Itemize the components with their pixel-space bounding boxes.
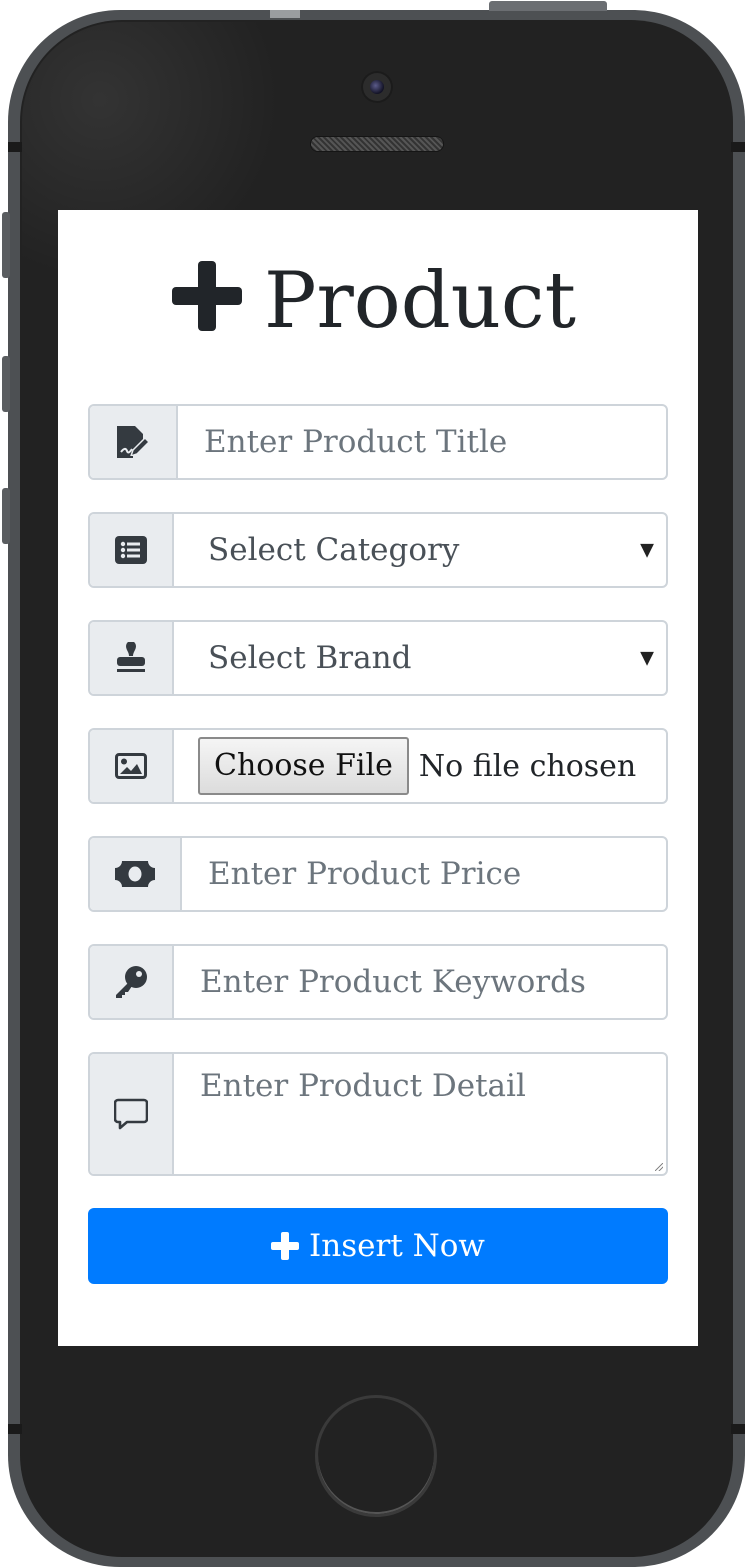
front-camera: [361, 71, 393, 103]
choose-file-button[interactable]: Choose File: [198, 737, 409, 795]
product-title-addon: [90, 406, 178, 478]
detail-addon: [90, 1054, 174, 1174]
key-icon: [116, 966, 147, 998]
camera-lens: [370, 80, 384, 94]
antenna-line: [8, 142, 22, 152]
category-select[interactable]: Select Category ▼: [174, 514, 666, 586]
money-bill-icon: [115, 861, 155, 887]
home-button[interactable]: [315, 1395, 437, 1517]
file-status-text: No file chosen: [418, 748, 637, 784]
power-button: [489, 1, 607, 11]
volume-up-button: [2, 356, 10, 412]
price-group: Enter Product Price: [88, 836, 668, 912]
category-group: Select Category ▼: [88, 512, 668, 588]
keywords-addon: [90, 946, 174, 1018]
price-input[interactable]: Enter Product Price: [182, 838, 666, 910]
plus-icon: [172, 261, 243, 331]
product-title-input[interactable]: Enter Product Title: [178, 406, 666, 478]
earpiece-speaker: [311, 137, 443, 151]
image-group: Choose File No file chosen: [88, 728, 668, 804]
image-icon: [115, 753, 147, 779]
antenna-line: [731, 142, 745, 152]
image-file-input[interactable]: Choose File No file chosen: [174, 730, 666, 802]
keywords-group: Enter Product Keywords: [88, 944, 668, 1020]
brand-select[interactable]: Select Brand ▼: [174, 622, 666, 694]
stamp-icon: [117, 642, 145, 672]
brand-group: Select Brand ▼: [88, 620, 668, 696]
comment-icon: [114, 1098, 148, 1130]
product-title-group: Enter Product Title: [88, 404, 668, 480]
chevron-down-icon: ▼: [640, 647, 654, 669]
category-addon: [90, 514, 174, 586]
price-addon: [90, 838, 182, 910]
list-icon: [115, 536, 147, 564]
category-select-value: Select Category: [208, 532, 460, 568]
brand-select-value: Select Brand: [208, 640, 412, 676]
resize-handle[interactable]: [655, 1163, 663, 1171]
chevron-down-icon: ▼: [640, 539, 654, 561]
page-title: Product: [0, 255, 748, 347]
phone-sheen: [270, 10, 300, 18]
keywords-input[interactable]: Enter Product Keywords: [174, 946, 666, 1018]
antenna-line: [731, 1424, 745, 1434]
volume-down-button: [2, 488, 10, 544]
insert-now-label: Insert Now: [309, 1228, 485, 1264]
page-title-text: Product: [264, 256, 576, 346]
detail-group: Enter Product Detail: [88, 1052, 668, 1176]
antenna-line: [8, 1424, 22, 1434]
insert-now-button[interactable]: Insert Now: [88, 1208, 668, 1284]
plus-icon: [271, 1232, 300, 1260]
signature-icon: [117, 426, 151, 458]
detail-textarea[interactable]: Enter Product Detail: [174, 1054, 666, 1174]
image-addon: [90, 730, 174, 802]
brand-addon: [90, 622, 174, 694]
